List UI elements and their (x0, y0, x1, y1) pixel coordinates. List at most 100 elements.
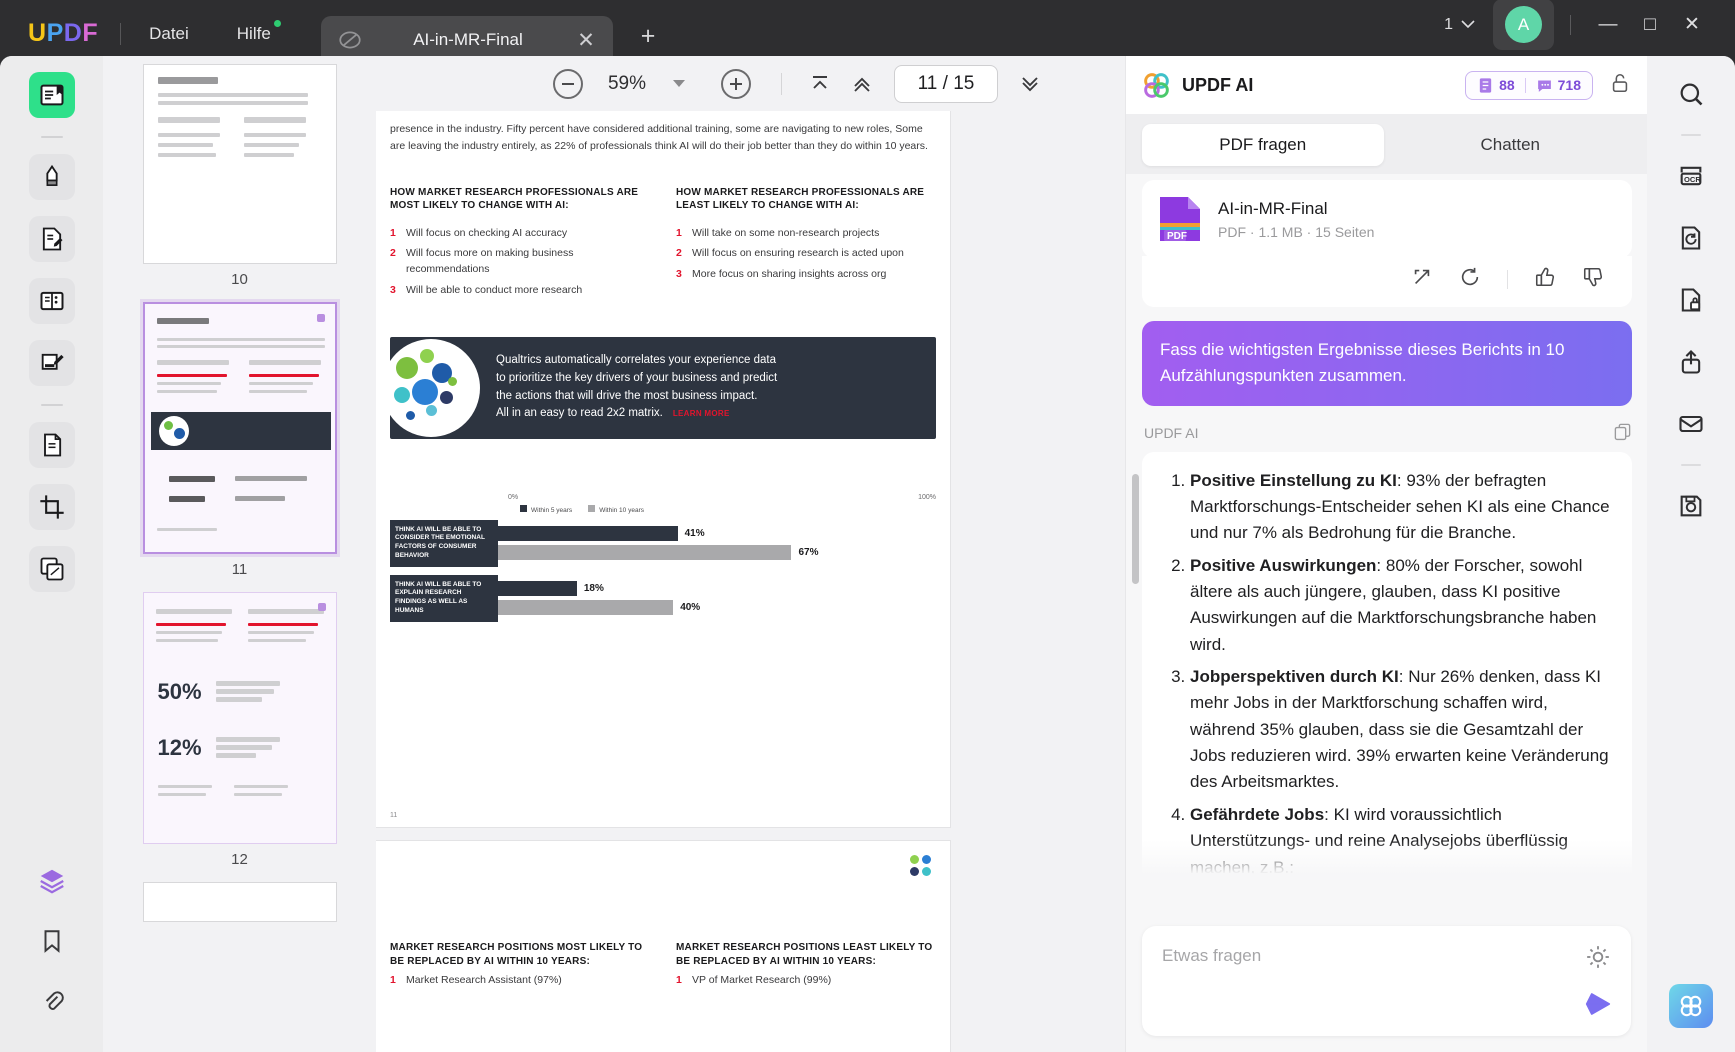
list-item: 3 More focus on sharing insights across o… (676, 267, 936, 283)
thumbs-up-button[interactable] (1534, 266, 1556, 293)
sidebar-item-protect[interactable] (1669, 278, 1713, 322)
page-thumbnail-panel[interactable]: 10 11 50% 12% 12 (103, 56, 376, 1052)
rail-separator-1 (40, 136, 63, 138)
minimize-button[interactable]: — (1587, 14, 1629, 36)
suggestions-button[interactable] (1585, 944, 1611, 975)
left-rail-bottom-group (29, 858, 75, 1052)
ai-conversation-scroll[interactable]: PDF AI-in-MR-Final PDF · 1.1 MB · 15 Sei… (1126, 174, 1648, 874)
page-indicator[interactable]: 11 / 15 (894, 64, 998, 103)
external-link-icon (1414, 269, 1430, 285)
refresh-icon (1461, 267, 1479, 286)
zoom-dropdown-icon[interactable] (673, 80, 685, 87)
sidebar-item-save[interactable] (1669, 484, 1713, 528)
updf-ai-clover-icon (1144, 72, 1169, 98)
stack-icon (39, 869, 64, 894)
ai-assistant-button[interactable] (1669, 984, 1713, 1028)
bookmark-icon (44, 930, 59, 953)
new-tab-button[interactable]: + (641, 22, 656, 51)
tab-close-icon[interactable]: ✕ (577, 28, 595, 53)
updf-logo: UPDF (28, 19, 98, 48)
sidebar-item-search[interactable] (1669, 72, 1713, 116)
maximize-button[interactable]: □ (1629, 14, 1671, 36)
answer-item-title: Jobperspektiven durch KI (1190, 667, 1399, 687)
banner-line-1: Qualtrics automatically correlates your … (496, 354, 776, 366)
thumbs-down-button[interactable] (1582, 266, 1604, 293)
thumbnail-page-preview-selected (142, 302, 337, 554)
sidebar-item-ocr[interactable]: OCR (1669, 154, 1713, 198)
pdf-viewer: 59% 11 / 15 presence in the industry. Fi… (376, 56, 1215, 1052)
convert-document-icon (1681, 226, 1701, 250)
banner-line-4: All in an easy to read 2x2 matrix. (496, 407, 663, 420)
sidebar-item-email[interactable] (1669, 402, 1713, 446)
sidebar-item-convert-document[interactable] (1669, 216, 1713, 260)
ai-answer-body: Positive Einstellung zu KI: 93% der befr… (1142, 451, 1632, 874)
answer-item-title: Gefährdete Jobs (1190, 804, 1325, 824)
lightbulb-icon (1587, 946, 1609, 968)
page-scroll-area[interactable]: presence in the industry. Fifty percent … (376, 111, 1215, 1052)
rail-separator-2 (40, 404, 63, 406)
page-down-icon (1022, 76, 1038, 91)
credits-divider (1524, 77, 1526, 93)
pdf-page-11: presence in the industry. Fifty percent … (376, 111, 950, 827)
tab-pdf-fragen[interactable]: PDF fragen (1142, 124, 1384, 166)
ai-panel-scrollbar[interactable] (1132, 474, 1139, 584)
account-avatar-button[interactable]: A (1493, 0, 1554, 50)
open-external-button[interactable] (1411, 266, 1433, 293)
ai-credits-badge[interactable]: 88 718 (1465, 70, 1593, 100)
chart-category-label: THINK AI WILL BE ABLE TO EXPLAIN RESEARC… (390, 574, 498, 622)
sidebar-item-reader-mode[interactable] (28, 72, 75, 118)
next-page-right-heading: MARKET RESEARCH POSITIONS LEAST LIKELY T… (676, 942, 933, 967)
page-left-column: HOW MARKET RESEARCH PROFESSIONALS ARE MO… (390, 186, 650, 299)
sidebar-item-annotate[interactable] (28, 340, 75, 386)
sidebar-item-compare[interactable] (28, 546, 75, 592)
ai-question-input[interactable]: Etwas fragen (1162, 946, 1261, 966)
attached-document-card[interactable]: PDF AI-in-MR-Final PDF · 1.1 MB · 15 Sei… (1142, 180, 1632, 258)
unlock-button[interactable] (1609, 72, 1631, 99)
sidebar-item-convert[interactable] (28, 422, 75, 468)
next-page-left-column: MARKET RESEARCH POSITIONS MOST LIKELY TO… (390, 941, 650, 989)
tab-file-icon (339, 31, 361, 49)
zoom-in-button[interactable] (721, 68, 751, 99)
list-text: Will focus more on making business recom… (406, 247, 574, 276)
close-window-button[interactable]: ✕ (1671, 13, 1713, 36)
menu-hilfe[interactable]: Hilfe (231, 20, 281, 48)
previous-page-button[interactable] (842, 67, 882, 101)
thumbnail-item[interactable] (103, 882, 376, 922)
tab-chatten[interactable]: Chatten (1390, 124, 1632, 166)
send-message-button[interactable] (1583, 989, 1613, 1024)
window-count-dropdown[interactable]: 1 (1436, 10, 1483, 40)
learn-more-link[interactable]: LEARN MORE (673, 408, 730, 420)
sidebar-item-layers-panel[interactable] (29, 858, 75, 904)
sidebar-item-crop[interactable] (28, 484, 75, 530)
ai-question-input-area[interactable]: Etwas fragen (1142, 926, 1631, 1036)
sidebar-item-bookmark[interactable] (29, 918, 75, 964)
sidebar-item-organize-pages[interactable] (28, 278, 75, 324)
menu-hilfe-label: Hilfe (236, 24, 271, 43)
regenerate-button[interactable] (1459, 266, 1481, 293)
legend-label: Within 10 years (599, 506, 644, 514)
first-page-button[interactable] (800, 67, 840, 101)
pdf-file-icon: PDF (1160, 197, 1200, 242)
toolbar-divider (781, 72, 782, 95)
answer-item-title: Positive Einstellung zu KI (1190, 470, 1397, 490)
next-page-button[interactable] (1010, 67, 1050, 101)
page-layout-icon (40, 291, 63, 311)
thumbnail-item[interactable]: 10 (103, 64, 376, 296)
zoom-out-button[interactable] (553, 68, 583, 99)
list-item: 1 Will focus on checking AI accuracy (390, 226, 650, 242)
copy-answer-button[interactable] (1613, 422, 1632, 444)
sidebar-item-share[interactable] (1669, 340, 1713, 384)
thumbnail-page-preview (142, 64, 337, 264)
page-dots-decoration (910, 855, 932, 877)
bar-value: 41% (684, 528, 705, 540)
right-rail-bottom (1669, 984, 1713, 1052)
sidebar-item-edit-text[interactable] (28, 216, 75, 262)
thumbnail-item[interactable]: 11 (103, 302, 376, 586)
sidebar-item-highlighter[interactable] (28, 154, 75, 200)
thumbs-up-icon (1535, 267, 1555, 287)
menu-datei[interactable]: Datei (143, 20, 195, 48)
axis-tick-min: 0% (508, 493, 519, 501)
thumbnail-item[interactable]: 50% 12% 12 (103, 592, 376, 876)
right-rail-separator-2 (1681, 464, 1701, 466)
sidebar-item-attachment[interactable] (29, 978, 75, 1024)
